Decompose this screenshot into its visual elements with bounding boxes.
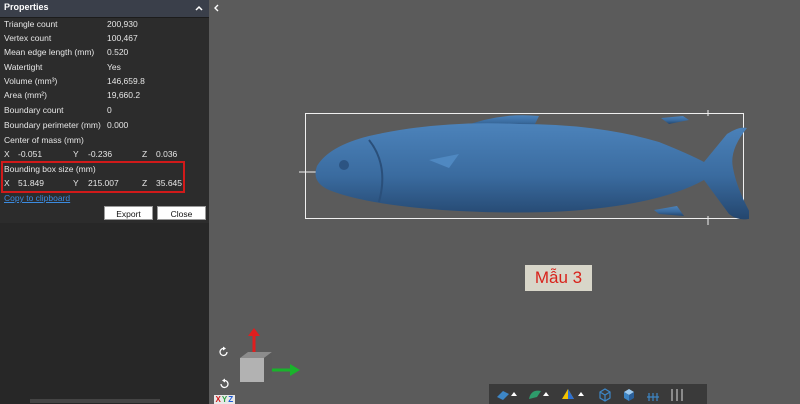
3d-viewport[interactable]: Mẫu 3 XYZ bbox=[209, 0, 800, 404]
rotate-counterclockwise-icon[interactable] bbox=[218, 378, 230, 390]
axis-label-x: X bbox=[215, 395, 221, 404]
stat-label: Boundary perimeter (mm) bbox=[4, 120, 101, 130]
stat-label: Area (mm²) bbox=[4, 90, 47, 100]
copy-to-clipboard-link[interactable]: Copy to clipboard bbox=[4, 193, 70, 203]
axis-x-label: X bbox=[4, 149, 10, 159]
fish-model[interactable] bbox=[299, 110, 749, 225]
stat-label: Triangle count bbox=[4, 19, 58, 29]
stat-label: Vertex count bbox=[4, 33, 52, 43]
stat-value: 0 bbox=[107, 105, 112, 115]
chevron-left-icon[interactable] bbox=[212, 3, 222, 13]
stat-value: Yes bbox=[107, 62, 121, 72]
center-of-mass-label: Center of mass (mm) bbox=[4, 135, 84, 145]
axis-z-label: Z bbox=[142, 149, 148, 159]
stat-row-boundary-perimeter: Boundary perimeter (mm) 0.000 bbox=[0, 118, 209, 132]
stat-label: Boundary count bbox=[4, 105, 64, 115]
chevron-up-icon[interactable] bbox=[193, 2, 205, 14]
stat-label: Mean edge length (mm) bbox=[4, 47, 95, 57]
stat-row-area: Area (mm²) 19,660.2 bbox=[0, 88, 209, 102]
panel-header: Properties bbox=[0, 0, 209, 18]
panel-scrollbar[interactable] bbox=[30, 399, 160, 403]
stat-value: 146,659.8 bbox=[107, 76, 145, 86]
stat-value: 19,660.2 bbox=[107, 90, 141, 100]
stat-row-triangle-count: Triangle count 200,930 bbox=[0, 17, 209, 31]
center-of-mass-z: 0.036 bbox=[156, 149, 178, 159]
shading-mode-icon[interactable] bbox=[527, 387, 553, 403]
center-of-mass-values: X -0.051 Y -0.236 Z 0.036 bbox=[0, 147, 209, 161]
stat-row-mean-edge-length: Mean edge length (mm) 0.520 bbox=[0, 45, 209, 59]
center-of-mass-y: -0.236 bbox=[88, 149, 113, 159]
properties-panel: Properties Triangle count 200,930 Vertex… bbox=[0, 0, 209, 404]
axis-gizmo[interactable] bbox=[234, 328, 304, 404]
view-mode-icon[interactable] bbox=[495, 387, 521, 403]
close-button[interactable]: Close bbox=[157, 206, 206, 220]
axis-label-y: Y bbox=[221, 395, 228, 404]
stat-row-watertight: Watertight Yes bbox=[0, 60, 209, 74]
stat-value: 0.000 bbox=[107, 120, 129, 130]
sample-label: Mẫu 3 bbox=[525, 265, 592, 291]
axis-label-xyz: XYZ bbox=[214, 395, 235, 404]
color-mode-icon[interactable] bbox=[560, 387, 588, 403]
solid-cube-icon[interactable] bbox=[621, 387, 637, 403]
panel-empty-area bbox=[0, 223, 209, 404]
export-button[interactable]: Export bbox=[104, 206, 153, 220]
bounding-box-highlight bbox=[1, 161, 185, 193]
panel-title: Properties bbox=[4, 2, 49, 12]
wireframe-cube-icon[interactable] bbox=[597, 387, 613, 403]
stat-row-vertex-count: Vertex count 100,467 bbox=[0, 31, 209, 45]
ruler-icon[interactable] bbox=[669, 387, 685, 403]
stat-row-volume: Volume (mm³) 146,659.8 bbox=[0, 74, 209, 88]
stat-label: Volume (mm³) bbox=[4, 76, 58, 86]
stat-row-boundary-count: Boundary count 0 bbox=[0, 103, 209, 117]
axis-label-z: Z bbox=[228, 395, 234, 404]
grid-plane-icon[interactable] bbox=[645, 387, 661, 403]
axis-y-label: Y bbox=[73, 149, 79, 159]
center-of-mass-heading: Center of mass (mm) bbox=[0, 133, 209, 147]
stat-value: 100,467 bbox=[107, 33, 138, 43]
stat-value: 0.520 bbox=[107, 47, 129, 57]
stat-label: Watertight bbox=[4, 62, 43, 72]
stat-value: 200,930 bbox=[107, 19, 138, 29]
center-of-mass-x: -0.051 bbox=[18, 149, 43, 159]
rotate-clockwise-icon[interactable] bbox=[218, 346, 230, 358]
bottom-toolbar bbox=[489, 384, 707, 404]
